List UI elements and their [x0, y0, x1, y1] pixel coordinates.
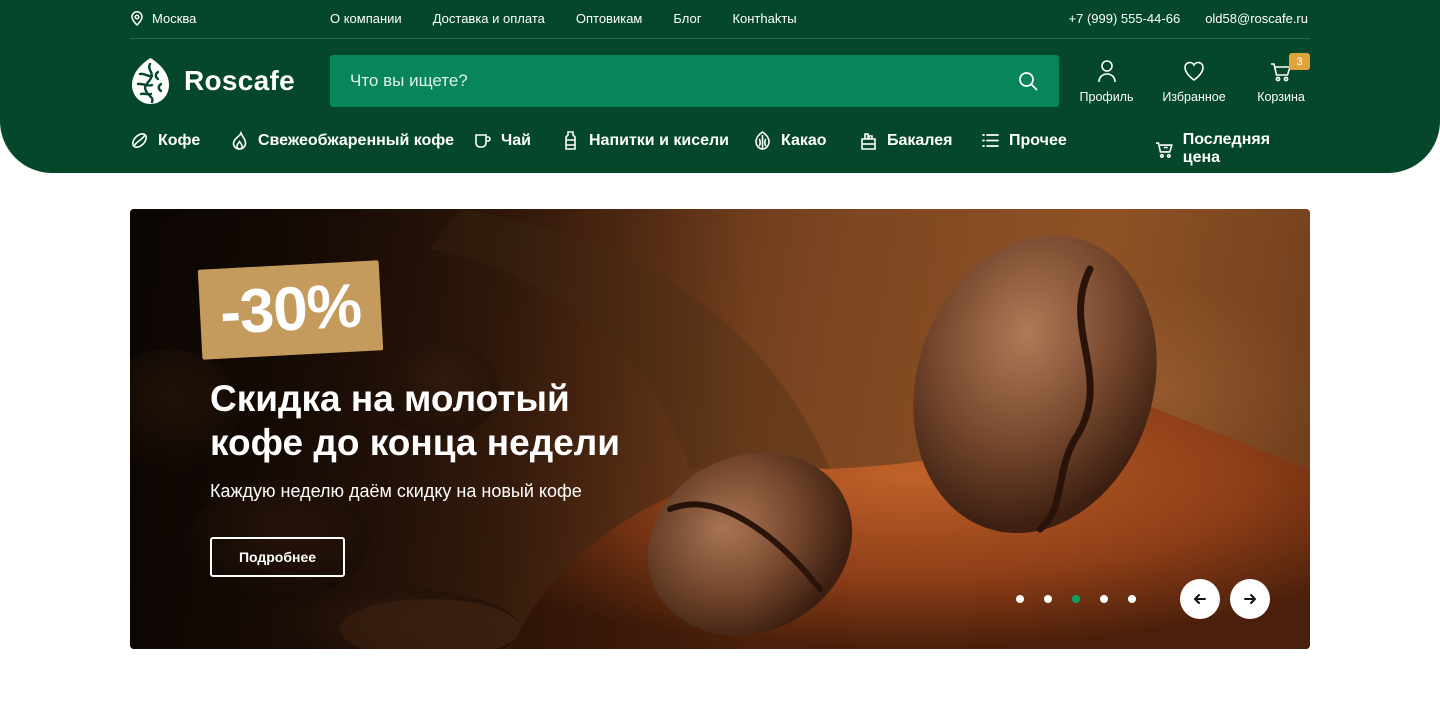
cart-button[interactable]: 3 Корзина [1243, 53, 1319, 104]
tea-cup-icon [475, 134, 491, 148]
category-label: Чай [501, 131, 531, 149]
next-slide-button[interactable] [1230, 579, 1270, 619]
cart-count-badge: 3 [1289, 53, 1310, 70]
slider-dot[interactable] [1100, 595, 1108, 603]
contacts: +7 (999) 555-44-66 old58@roscafe.ru [1069, 11, 1308, 26]
favorites-label: Избранное [1162, 90, 1226, 104]
category-last-price[interactable]: Последняя цена [1155, 131, 1310, 167]
prev-slide-button[interactable] [1180, 579, 1220, 619]
profile-label: Профиль [1079, 90, 1134, 104]
category-grocery[interactable]: Бакалея [859, 131, 953, 150]
promo-banner: -30% Скидка на молотый кофе до конца нед… [130, 209, 1310, 649]
nav-link-delivery[interactable]: Доставка и оплата [433, 11, 545, 26]
category-label: Напитки и кисели [589, 131, 729, 149]
logo[interactable]: Roscafe [130, 56, 295, 106]
profile-button[interactable]: Профиль [1070, 58, 1143, 104]
user-icon [1097, 60, 1116, 83]
slider-dots [1016, 595, 1136, 603]
discount-badge: -30% [197, 260, 384, 360]
category-cocoa[interactable]: Какао [753, 131, 827, 150]
category-label: Бакалея [887, 131, 953, 149]
bottle-icon [565, 131, 576, 150]
slider-dot[interactable] [1016, 595, 1024, 603]
category-label: Прочее [1009, 131, 1067, 149]
logo-leaf-icon [132, 58, 169, 104]
banner-subtitle: Каждую неделю даём скидку на новый кофе [210, 481, 582, 501]
search-icon[interactable] [1017, 70, 1039, 92]
site-header: Москва О компании Доставка и оплата Опто… [0, 0, 1440, 173]
city-label: Москва [152, 11, 197, 26]
banner-title: Скидка на молотый кофе до конца недели [210, 378, 621, 463]
email-link[interactable]: old58@roscafe.ru [1205, 11, 1308, 26]
more-button[interactable]: Подробнее [210, 537, 345, 577]
coffee-bean-icon [132, 133, 147, 148]
header-actions: Профиль Избранное 3 Корзина [1070, 53, 1319, 104]
category-label: Последняя цена [1182, 131, 1271, 166]
favorites-button[interactable]: Избранное [1145, 58, 1243, 104]
search-bar [330, 55, 1059, 107]
slider-dot[interactable] [1044, 595, 1052, 603]
top-bar: Москва О компании Доставка и оплата Опто… [130, 0, 1310, 39]
category-nav: Кофе Свежеобжаренный кофе Чай Напитки и … [130, 131, 1310, 166]
heart-icon [1184, 61, 1204, 81]
category-label: Свежеобжаренный кофе [258, 131, 454, 149]
arrow-right-icon [1244, 594, 1256, 604]
category-coffee[interactable]: Кофе [130, 131, 200, 150]
phone-link[interactable]: +7 (999) 555-44-66 [1069, 11, 1181, 26]
flame-icon [232, 131, 247, 150]
nav-link-blog[interactable]: Блог [673, 11, 701, 26]
nav-link-about[interactable]: О компании [330, 11, 402, 26]
category-other[interactable]: Прочее [981, 131, 1067, 150]
cart-icon [1155, 141, 1173, 158]
grocery-icon [861, 133, 876, 150]
cart-label: Корзина [1257, 90, 1305, 104]
cocoa-icon [755, 131, 770, 150]
nav-link-contacts[interactable]: Контhakты [732, 11, 796, 26]
arrow-left-icon [1194, 594, 1206, 604]
category-label: Кофе [158, 131, 201, 149]
list-icon [982, 134, 999, 147]
search-input[interactable] [330, 55, 1010, 107]
category-tea[interactable]: Чай [473, 131, 531, 150]
logo-text: Roscafe [184, 65, 296, 96]
city-selector[interactable]: Москва [130, 11, 196, 26]
category-fresh-roast[interactable]: Свежеобжаренный кофе [230, 131, 454, 150]
category-drinks[interactable]: Напитки и кисели [561, 131, 729, 150]
slider-dot[interactable] [1072, 595, 1080, 603]
slider-dot[interactable] [1128, 595, 1136, 603]
category-label: Какао [781, 131, 827, 149]
nav-link-wholesale[interactable]: Оптовикам [576, 11, 643, 26]
top-nav: О компании Доставка и оплата Оптовикам Б… [330, 11, 797, 26]
location-pin-icon [131, 11, 143, 26]
